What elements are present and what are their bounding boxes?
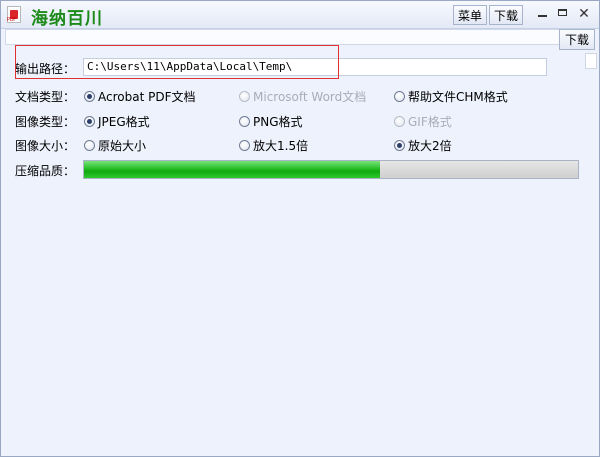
radio-png[interactable]: PNG格式 xyxy=(239,113,303,130)
radio-dot xyxy=(239,91,250,102)
radio-dot xyxy=(84,116,95,127)
radio-dot xyxy=(394,140,405,151)
quality-fill xyxy=(84,161,381,178)
doc-type-label: 文档类型： xyxy=(15,90,76,104)
radio-label: GIF格式 xyxy=(408,115,452,129)
output-path-label: 输出路径： xyxy=(15,62,76,76)
app-window: 海纳百川 菜单 下载 ✕ 下载 输出路径： C:\Users\11\AppDat… xyxy=(0,0,600,457)
download-button[interactable]: 下载 xyxy=(489,5,524,25)
radio-chm[interactable]: 帮助文件CHM格式 xyxy=(394,88,508,105)
radio-dot xyxy=(394,116,405,127)
radio-dot xyxy=(84,140,95,151)
image-type-label: 图像类型： xyxy=(15,115,76,129)
scrollbar[interactable] xyxy=(585,53,597,69)
radio-word[interactable]: Microsoft Word文档 xyxy=(239,88,366,105)
radio-dot xyxy=(239,140,250,151)
radio-dot xyxy=(84,91,95,102)
radio-label: 原始大小 xyxy=(98,139,147,153)
output-path-field[interactable]: C:\Users\11\AppData\Local\Temp\ xyxy=(83,58,547,76)
image-size-label: 图像大小： xyxy=(15,139,76,153)
radio-pdf[interactable]: Acrobat PDF文档 xyxy=(84,88,195,105)
radio-label: 帮助文件CHM格式 xyxy=(408,90,508,104)
radio-label: Acrobat PDF文档 xyxy=(98,90,196,104)
app-title: 海纳百川 xyxy=(31,9,103,29)
radio-gif[interactable]: GIF格式 xyxy=(394,113,452,130)
title-bar: 海纳百川 菜单 下载 ✕ xyxy=(1,1,599,29)
radio-zoom-1-5[interactable]: 放大1.5倍 xyxy=(239,137,308,154)
menu-button[interactable]: 菜单 xyxy=(453,5,488,25)
minimize-icon[interactable] xyxy=(533,6,551,22)
radio-dot xyxy=(239,116,250,127)
radio-dot xyxy=(394,91,405,102)
close-icon[interactable]: ✕ xyxy=(575,6,593,22)
radio-label: Microsoft Word文档 xyxy=(253,90,367,104)
secondary-toolbar xyxy=(5,29,595,45)
maximize-icon[interactable] xyxy=(553,6,571,22)
download-button-secondary[interactable]: 下载 xyxy=(558,29,595,50)
radio-label: JPEG格式 xyxy=(98,115,150,129)
quality-slider[interactable] xyxy=(83,160,579,179)
pdf-app-icon xyxy=(7,6,21,23)
radio-label: 放大1.5倍 xyxy=(253,139,309,153)
radio-original-size[interactable]: 原始大小 xyxy=(84,137,146,154)
radio-label: PNG格式 xyxy=(253,115,303,129)
radio-label: 放大2倍 xyxy=(408,139,452,153)
radio-jpeg[interactable]: JPEG格式 xyxy=(84,113,150,130)
radio-zoom-2[interactable]: 放大2倍 xyxy=(394,137,452,154)
quality-label: 压缩品质： xyxy=(15,164,76,178)
